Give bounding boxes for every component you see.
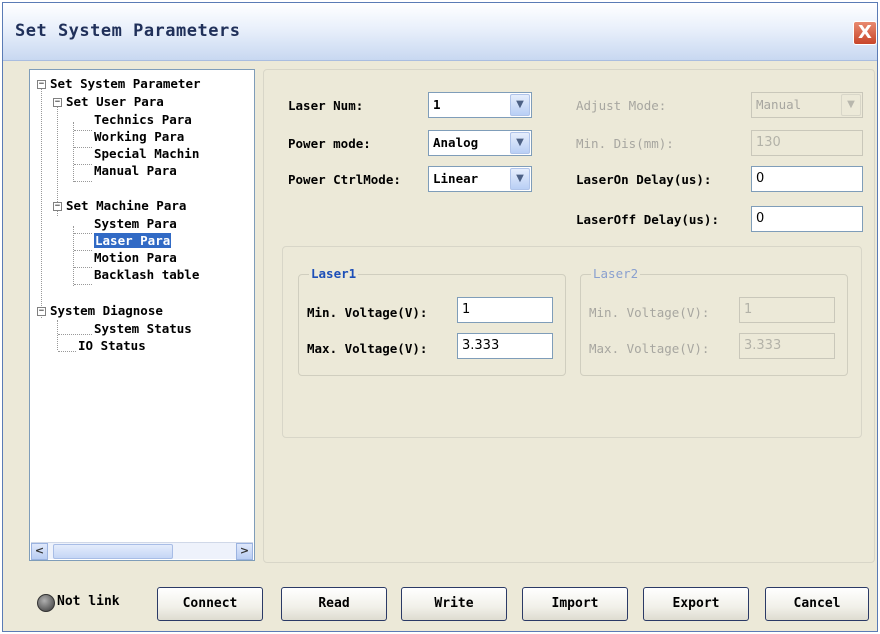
laser1-min-voltage-field[interactable]: 1 — [457, 297, 553, 323]
laser2-max-voltage-label: Max. Voltage(V): — [589, 341, 710, 356]
tree-connector — [74, 250, 92, 251]
tree-connector — [58, 351, 76, 352]
tree-connector — [74, 284, 92, 285]
chevron-down-icon[interactable]: ▼ — [510, 94, 530, 116]
min-dis-field: 130 — [751, 130, 863, 156]
laser1-group: Laser1 Min. Voltage(V): 1 Max. Voltage(V… — [298, 266, 566, 376]
parameter-tree[interactable]: − Set System Parameter − Set User Para T… — [29, 69, 255, 561]
laser-off-delay-field[interactable]: 0 — [751, 206, 863, 232]
write-button[interactable]: Write — [401, 587, 507, 621]
laser-on-delay-field[interactable]: 0 — [751, 166, 863, 192]
tree-connector — [57, 106, 58, 216]
power-ctrl-mode-value: Linear — [433, 171, 479, 186]
min-dis-label: Min. Dis(mm): — [576, 136, 674, 151]
chevron-down-icon[interactable]: ▼ — [510, 132, 530, 154]
tree-connector — [73, 122, 74, 182]
laser-num-label: Laser Num: — [288, 98, 364, 113]
scrollbar-thumb[interactable] — [53, 544, 173, 559]
export-button[interactable]: Export — [643, 587, 749, 621]
tree-connector — [41, 88, 42, 318]
connect-button[interactable]: Connect — [157, 587, 263, 621]
tree-item-backlash-table[interactable]: Backlash table — [94, 266, 199, 283]
laser2-min-voltage-label: Min. Voltage(V): — [589, 305, 710, 320]
tree-item-set-user-para[interactable]: Set User Para — [66, 93, 164, 110]
laser1-max-voltage-field[interactable]: 3.333 — [457, 333, 553, 359]
laser1-title: Laser1 — [309, 266, 359, 281]
laser2-title: Laser2 — [591, 266, 641, 281]
tree-connector — [74, 164, 92, 165]
chevron-down-icon[interactable]: ▼ — [510, 168, 530, 190]
tree-connector — [74, 267, 92, 268]
tree-connector — [74, 130, 92, 131]
laser-off-delay-label: LaserOff Delay(us): — [576, 212, 719, 227]
cancel-button[interactable]: Cancel — [765, 587, 869, 621]
tree-connector — [58, 334, 92, 335]
tree-item-set-machine-para[interactable]: Set Machine Para — [66, 197, 186, 214]
power-mode-value: Analog — [433, 135, 479, 150]
title-bar: Set System Parameters X — [3, 3, 877, 61]
power-mode-select[interactable]: Analog ▼ — [428, 130, 532, 156]
tree-item-system-status[interactable]: System Status — [94, 320, 192, 337]
adjust-mode-select: Manual ▼ — [751, 92, 863, 118]
scroll-left-button[interactable]: < — [31, 543, 48, 560]
collapse-icon[interactable]: − — [37, 80, 46, 89]
tree-connector — [74, 147, 92, 148]
laser1-max-voltage-label: Max. Voltage(V): — [307, 341, 428, 356]
laser2-group: Laser2 Min. Voltage(V): 1 Max. Voltage(V… — [580, 266, 848, 376]
laser2-max-voltage-field: 3.333 — [739, 333, 835, 359]
tree-connector — [73, 226, 74, 286]
scroll-right-button[interactable]: > — [236, 543, 253, 560]
tree-item-laser-para[interactable]: Laser Para — [94, 232, 172, 249]
adjust-mode-value: Manual — [756, 97, 802, 112]
tree-item-set-system-parameter[interactable]: Set System Parameter — [50, 75, 201, 92]
close-button[interactable]: X — [853, 21, 877, 45]
laser-num-value: 1 — [433, 97, 441, 112]
set-system-parameters-dialog: Set System Parameters X − Set System Par… — [2, 2, 878, 632]
power-ctrl-mode-label: Power CtrlMode: — [288, 172, 401, 187]
tree-item-technics-para[interactable]: Technics Para — [94, 111, 192, 128]
collapse-icon[interactable]: − — [37, 307, 46, 316]
collapse-icon[interactable]: − — [53, 202, 62, 211]
laser2-min-voltage-field: 1 — [739, 297, 835, 323]
tree-item-motion-para[interactable]: Motion Para — [94, 249, 177, 266]
tree-item-manual-para[interactable]: Manual Para — [94, 162, 177, 179]
tree-connector — [57, 320, 58, 350]
power-mode-label: Power mode: — [288, 136, 371, 151]
power-ctrl-mode-select[interactable]: Linear ▼ — [428, 166, 532, 192]
laser-on-delay-label: LaserOn Delay(us): — [576, 172, 712, 187]
tree-item-system-para[interactable]: System Para — [94, 215, 177, 232]
tree-item-io-status[interactable]: IO Status — [78, 337, 146, 354]
laser-num-select[interactable]: 1 ▼ — [428, 92, 532, 118]
connection-status-text: Not link — [57, 594, 120, 609]
laser-para-panel: Laser Num: 1 ▼ Power mode: Analog ▼ Powe… — [263, 69, 875, 563]
horizontal-scrollbar[interactable]: < > — [31, 542, 253, 560]
tree-item-special-machine[interactable]: Special Machin — [94, 145, 199, 162]
read-button[interactable]: Read — [281, 587, 387, 621]
chevron-down-icon: ▼ — [841, 94, 861, 116]
import-button[interactable]: Import — [522, 587, 628, 621]
tree-item-working-para[interactable]: Working Para — [94, 128, 184, 145]
collapse-icon[interactable]: − — [53, 98, 62, 107]
connection-status-indicator — [37, 594, 55, 612]
window-title: Set System Parameters — [15, 21, 241, 41]
adjust-mode-label: Adjust Mode: — [576, 98, 667, 113]
tree-connector — [74, 181, 92, 182]
tree-item-system-diagnose[interactable]: System Diagnose — [50, 302, 163, 319]
laser1-min-voltage-label: Min. Voltage(V): — [307, 305, 428, 320]
tree-connector — [74, 233, 92, 234]
